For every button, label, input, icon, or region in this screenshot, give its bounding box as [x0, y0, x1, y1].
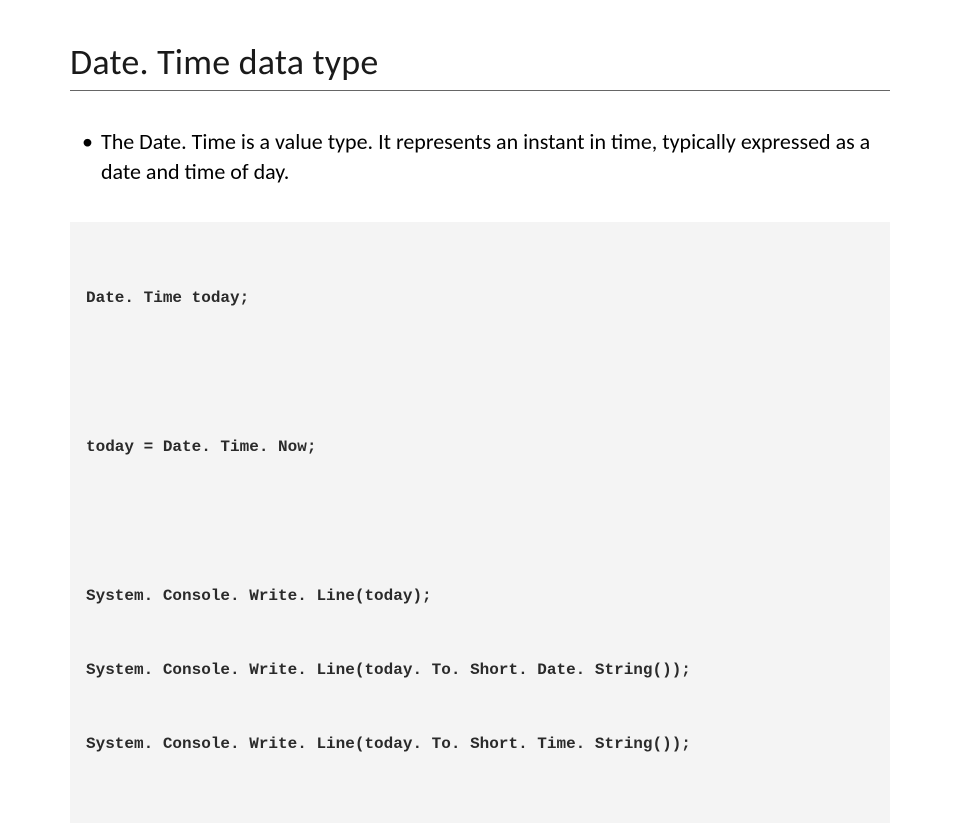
code-line: today = Date. Time. Now;: [86, 435, 874, 460]
bullet-marker: •: [82, 127, 93, 157]
code-line: Date. Time today;: [86, 286, 874, 311]
code-blank: [86, 360, 874, 385]
code-line: System. Console. Write. Line(today. To. …: [86, 658, 874, 683]
bullet-text: The Date. Time is a value type. It repre…: [101, 127, 890, 186]
title-underline: [70, 90, 890, 91]
code-line: System. Console. Write. Line(today);: [86, 584, 874, 609]
bullet-item: • The Date. Time is a value type. It rep…: [82, 127, 890, 186]
code-line: System. Console. Write. Line(today. To. …: [86, 732, 874, 757]
page-title: Date. Time data type: [70, 40, 890, 84]
code-block: Date. Time today; today = Date. Time. No…: [70, 222, 890, 822]
slide: Date. Time data type • The Date. Time is…: [0, 0, 960, 823]
code-blank: [86, 509, 874, 534]
